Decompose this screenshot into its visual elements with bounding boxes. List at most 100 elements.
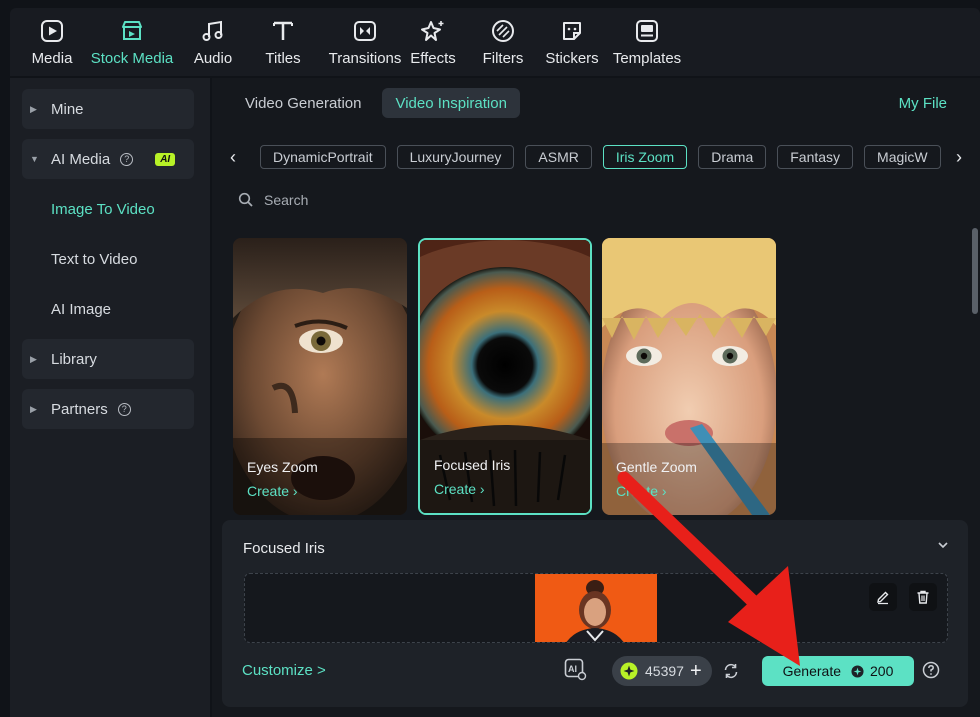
category-chip[interactable]: Drama [698,145,767,169]
toolbar-filters[interactable]: Filters [478,8,528,76]
generate-button[interactable]: Generate 200 [762,656,914,686]
edit-button[interactable] [869,583,897,611]
generate-panel-title: Focused Iris [243,540,325,557]
chevron-right-icon: › [292,483,298,499]
help-icon[interactable] [922,661,940,679]
generate-panel: Focused Iris Customize > AI 45397 + Gene… [222,520,968,707]
toolbar-label: Media [31,50,73,67]
sidebar-item-library[interactable]: ▶ Library [22,339,194,379]
scroll-left-button[interactable]: ‹ [222,144,244,170]
toolbar-label: Titles [265,50,301,67]
card-title: Focused Iris [434,457,511,473]
toolbar-effects[interactable]: Effects [408,8,458,76]
toolbar-label: Stock Media [90,50,174,67]
main-panel: Video Generation Video Inspiration My Fi… [212,78,980,717]
stock-media-icon [118,17,146,45]
sidebar-item-label: Image To Video [51,200,155,218]
sidebar-item-label: Partners [51,400,108,418]
chevron-down-icon[interactable] [936,538,950,552]
tab-video-inspiration[interactable]: Video Inspiration [382,88,520,118]
toolbar-media[interactable]: Media [22,8,82,76]
uploaded-image-thumbnail [535,574,657,642]
search-field[interactable]: Search [238,192,308,208]
generate-label: Generate [782,663,841,679]
category-chip[interactable]: LuxuryJourney [396,145,515,169]
generate-cost: 200 [870,663,894,679]
sidebar-item-partners[interactable]: ▶ Partners ? [22,389,194,429]
image-drop-zone[interactable] [244,573,948,643]
sidebar-item-ai-media[interactable]: ▼ AI Media ? AI [22,139,194,179]
category-chip[interactable]: DynamicPortrait [260,145,386,169]
template-icon [633,17,661,45]
tab-video-generation[interactable]: Video Generation [232,88,374,118]
my-file-link[interactable]: My File [899,95,947,112]
text-t-icon [269,17,297,45]
chevron-left-icon: ‹ [230,146,236,167]
delete-button[interactable] [909,583,937,611]
toolbar-stock-media[interactable]: Stock Media [90,8,174,76]
sidebar-item-mine[interactable]: ▶ Mine [22,89,194,129]
toolbar-label: Transitions [328,50,402,67]
toolbar-label: Templates [612,50,682,67]
toolbar-label: Audio [193,50,233,67]
card-create-link[interactable]: Create › [247,483,298,499]
category-chip-active[interactable]: Iris Zoom [602,145,688,169]
scroll-right-button[interactable]: › [948,144,970,170]
trash-icon [917,590,929,604]
toolbar-label: Filters [482,50,524,67]
sparkle-icon [419,17,447,45]
scrollbar[interactable] [972,228,978,314]
toolbar-transitions[interactable]: Transitions [320,8,410,76]
ai-badge: AI [155,152,176,166]
customize-link[interactable]: Customize > [242,662,326,679]
chevron-right-icon: › [661,483,667,499]
toolbar-audio[interactable]: Audio [188,8,238,76]
plus-icon[interactable]: + [690,660,702,683]
filter-icon [489,17,517,45]
sticker-icon [558,17,586,45]
card-create-link[interactable]: Create › [434,481,485,497]
card-create-link[interactable]: Create › [616,483,667,499]
credits-value: 45397 [645,663,684,679]
search-placeholder: Search [264,192,309,208]
toolbar-label: Effects [410,50,456,67]
help-icon[interactable]: ? [117,402,131,416]
sidebar-item-label: Mine [51,100,84,118]
toolbar-templates[interactable]: Templates [610,8,684,76]
sidebar-item-label: Library [51,350,97,368]
category-chip[interactable]: Fantasy [777,145,854,169]
tab-bar: Video Generation Video Inspiration [232,88,520,118]
card-title: Gentle Zoom [616,459,697,475]
sidebar-item-ai-image[interactable]: AI Image [22,289,194,329]
svg-text:AI: AI [568,664,577,674]
sidebar-item-label: Text to Video [51,250,138,268]
template-card-selected[interactable]: Focused Iris Create › [418,238,592,515]
template-card[interactable]: Gentle Zoom Create › [602,238,776,515]
category-chip[interactable]: ASMR [525,145,592,169]
chevron-right-icon: › [956,146,962,167]
template-card[interactable]: Eyes Zoom Create › [233,238,407,515]
media-icon [38,17,66,45]
credits-pill[interactable]: 45397 + [612,656,712,686]
refresh-icon[interactable] [722,662,740,680]
sidebar: ▶ Mine ▼ AI Media ? AI Image To Video Te… [10,78,210,717]
toolbar-label: Stickers [545,50,599,67]
credit-coin-icon [620,662,638,680]
category-chip[interactable]: MagicW [864,145,941,169]
toolbar-stickers[interactable]: Stickers [544,8,600,76]
top-toolbar: Media Stock Media Audio Titles Transitio… [10,8,980,76]
chevron-right-icon: › [479,481,485,497]
sidebar-item-label: AI Image [51,300,112,318]
credit-coin-icon [851,664,864,678]
transition-icon [351,17,379,45]
sidebar-item-label: AI Media [51,150,111,168]
help-icon[interactable]: ? [120,152,134,166]
caret-right-icon: ▶ [30,103,37,114]
music-note-icon [199,17,227,45]
sidebar-item-text-to-video[interactable]: Text to Video [22,239,194,279]
card-title: Eyes Zoom [247,459,318,475]
toolbar-titles[interactable]: Titles [258,8,308,76]
category-strip: DynamicPortrait LuxuryJourney ASMR Iris … [260,145,946,169]
sidebar-item-image-to-video[interactable]: Image To Video [22,189,194,229]
ai-settings-icon[interactable]: AI [563,657,587,681]
